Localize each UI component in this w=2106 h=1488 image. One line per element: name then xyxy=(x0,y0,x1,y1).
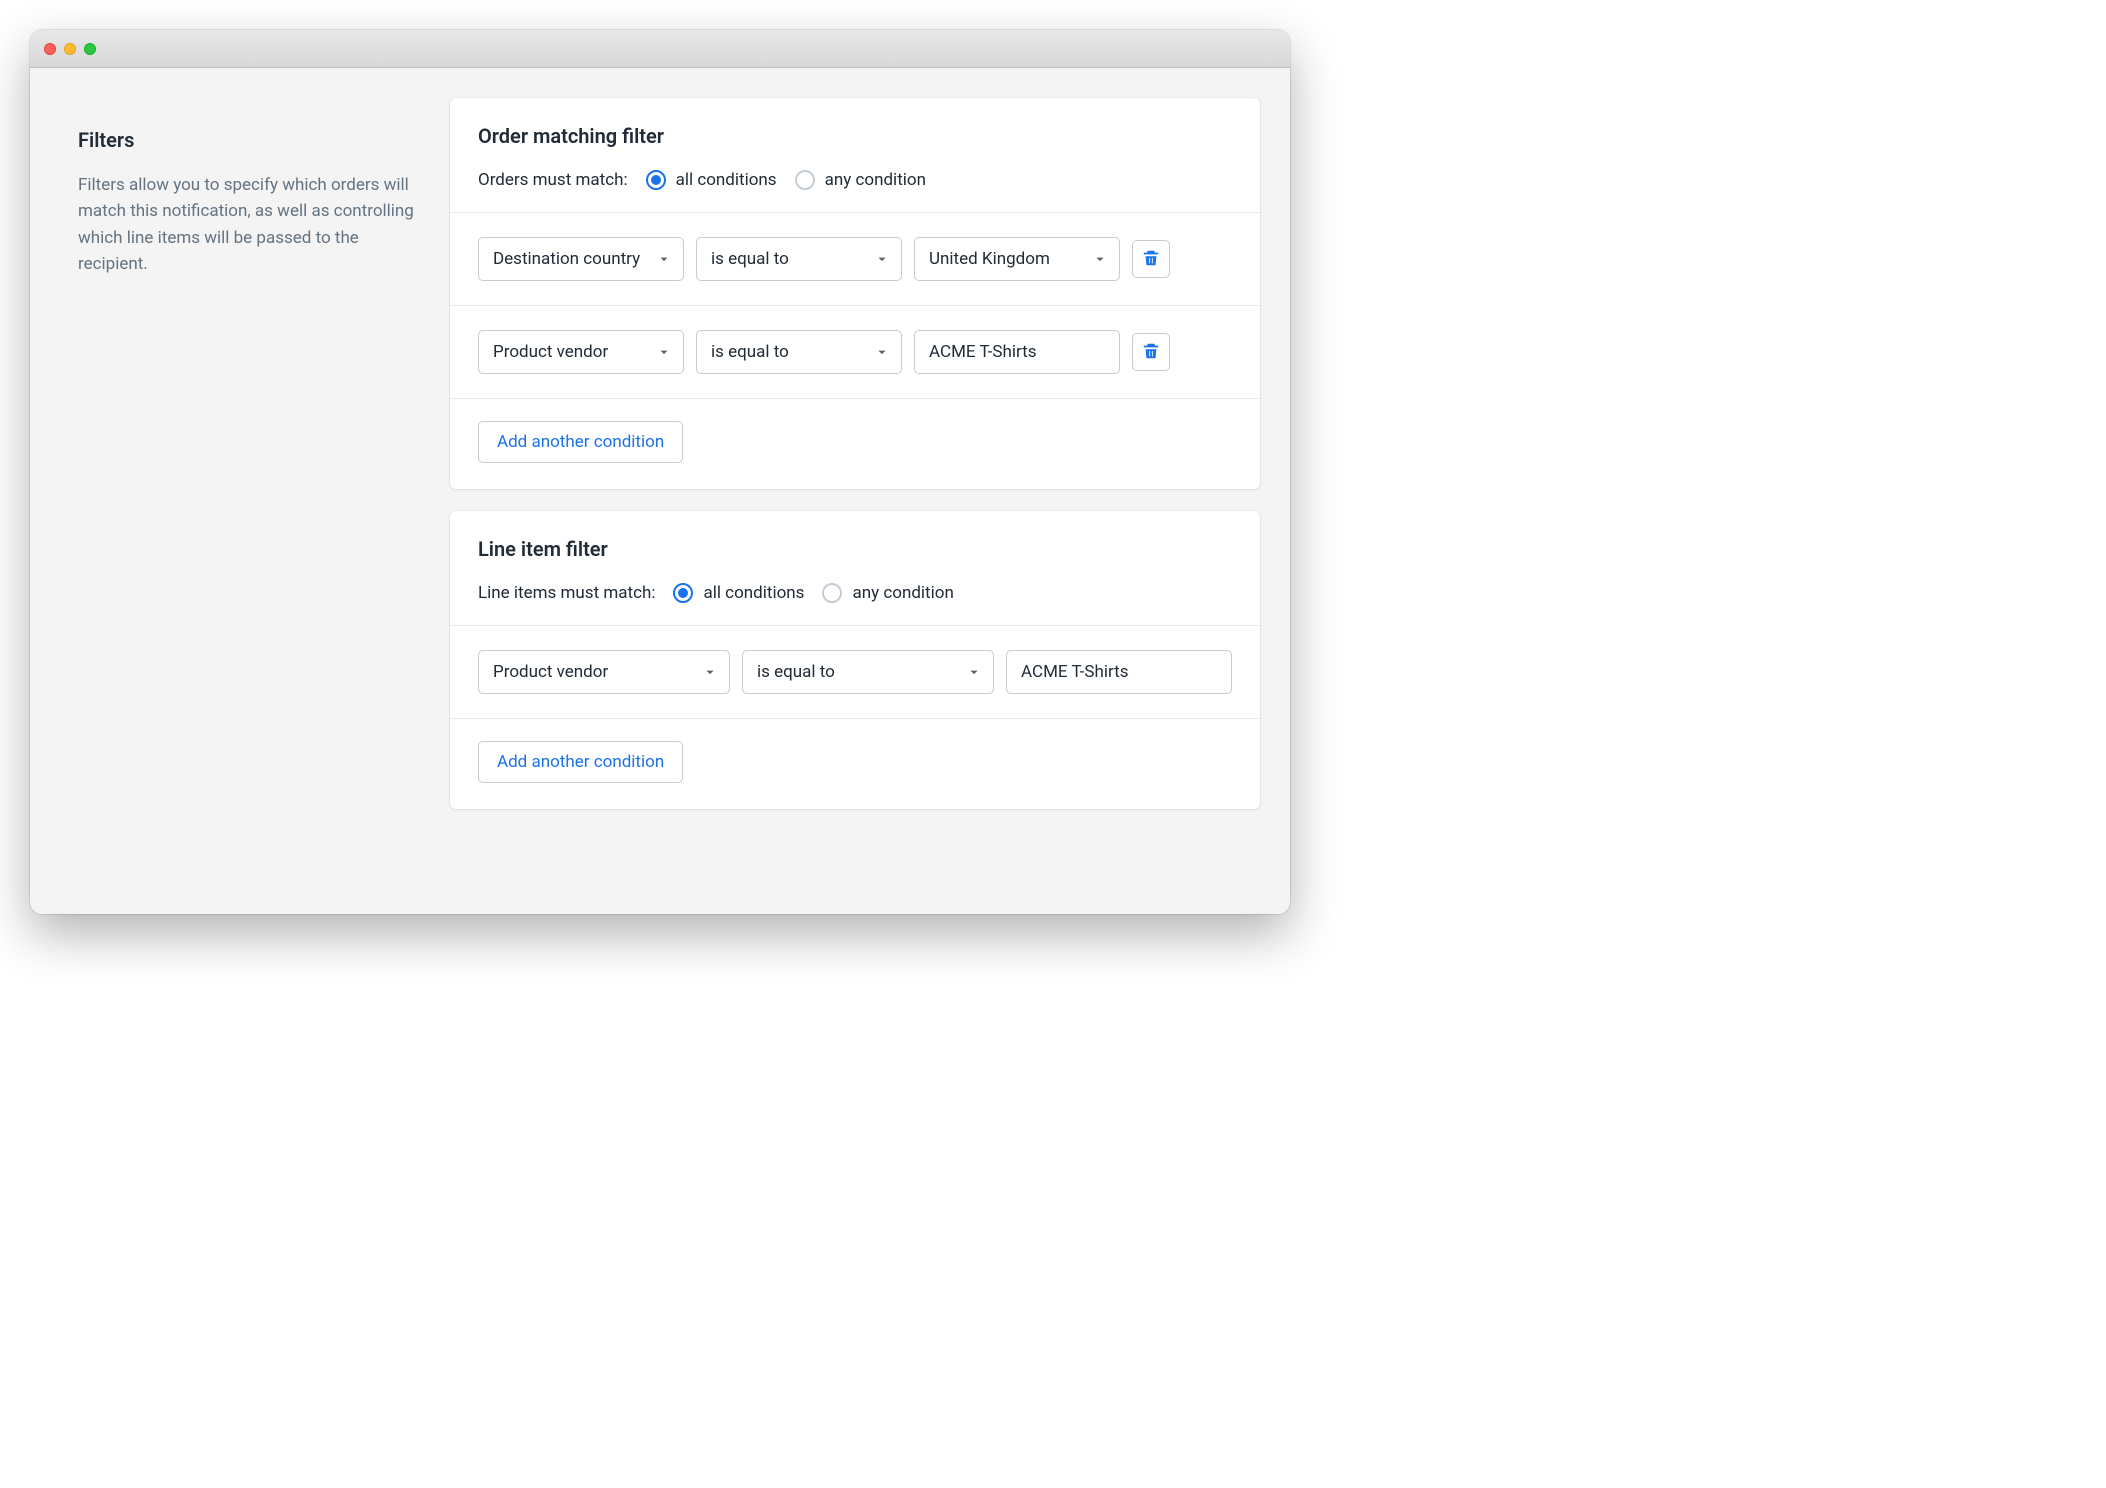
radio-icon xyxy=(795,170,815,190)
order-filter-card: Order matching filter Orders must match:… xyxy=(450,98,1260,489)
line-match-label: Line items must match: xyxy=(478,583,655,603)
chevron-down-icon xyxy=(875,345,889,359)
chevron-down-icon xyxy=(657,252,671,266)
radio-icon xyxy=(822,583,842,603)
condition-row: Product vendor is equal to xyxy=(478,626,1232,718)
radio-all-conditions[interactable]: all conditions xyxy=(673,583,804,603)
condition-field-select[interactable]: Product vendor xyxy=(478,650,730,694)
order-match-row: Orders must match: all conditions any co… xyxy=(478,170,1232,212)
chevron-down-icon xyxy=(967,665,981,679)
condition-operator-select[interactable]: is equal to xyxy=(696,237,902,281)
titlebar xyxy=(30,30,1290,68)
chevron-down-icon xyxy=(875,252,889,266)
close-icon[interactable] xyxy=(44,43,56,55)
chevron-down-icon xyxy=(703,665,717,679)
add-condition-button[interactable]: Add another condition xyxy=(478,741,683,783)
condition-operator-select[interactable]: is equal to xyxy=(696,330,902,374)
sidebar-description: Filters allow you to specify which order… xyxy=(78,172,420,277)
condition-value-input[interactable] xyxy=(914,330,1120,374)
select-value: is equal to xyxy=(711,249,861,269)
radio-label: any condition xyxy=(825,170,926,190)
condition-operator-select[interactable]: is equal to xyxy=(742,650,994,694)
line-filter-card: Line item filter Line items must match: … xyxy=(450,511,1260,809)
content-area: Filters Filters allow you to specify whi… xyxy=(30,68,1290,914)
order-filter-title: Order matching filter xyxy=(478,124,1232,148)
select-value: Product vendor xyxy=(493,342,643,362)
radio-label: all conditions xyxy=(703,583,804,603)
line-match-row: Line items must match: all conditions an… xyxy=(478,583,1232,625)
condition-row: Product vendor is equal to xyxy=(478,306,1232,398)
select-value: United Kingdom xyxy=(929,249,1079,269)
condition-value-input[interactable] xyxy=(1006,650,1232,694)
select-value: Product vendor xyxy=(493,662,689,682)
radio-label: any condition xyxy=(852,583,953,603)
trash-icon xyxy=(1142,249,1160,270)
select-value: is equal to xyxy=(711,342,861,362)
condition-field-select[interactable]: Destination country xyxy=(478,237,684,281)
add-condition-button[interactable]: Add another condition xyxy=(478,421,683,463)
order-match-radio-group: all conditions any condition xyxy=(646,170,926,190)
line-match-radio-group: all conditions any condition xyxy=(673,583,953,603)
maximize-icon[interactable] xyxy=(84,43,96,55)
order-match-label: Orders must match: xyxy=(478,170,628,190)
main-panel: Order matching filter Orders must match:… xyxy=(450,98,1260,884)
sidebar: Filters Filters allow you to specify whi… xyxy=(60,98,420,884)
trash-icon xyxy=(1142,342,1160,363)
radio-all-conditions[interactable]: all conditions xyxy=(646,170,777,190)
app-window: Filters Filters allow you to specify whi… xyxy=(30,30,1290,914)
radio-any-condition[interactable]: any condition xyxy=(795,170,926,190)
select-value: Destination country xyxy=(493,249,643,269)
line-filter-title: Line item filter xyxy=(478,537,1232,561)
condition-field-select[interactable]: Product vendor xyxy=(478,330,684,374)
chevron-down-icon xyxy=(657,345,671,359)
chevron-down-icon xyxy=(1093,252,1107,266)
delete-condition-button[interactable] xyxy=(1132,240,1170,278)
divider xyxy=(450,718,1260,719)
sidebar-title: Filters xyxy=(78,128,420,152)
divider xyxy=(450,398,1260,399)
select-value: is equal to xyxy=(757,662,953,682)
radio-icon xyxy=(673,583,693,603)
condition-row: Destination country is equal to United K… xyxy=(478,213,1232,305)
radio-label: all conditions xyxy=(676,170,777,190)
radio-icon xyxy=(646,170,666,190)
minimize-icon[interactable] xyxy=(64,43,76,55)
delete-condition-button[interactable] xyxy=(1132,333,1170,371)
condition-value-select[interactable]: United Kingdom xyxy=(914,237,1120,281)
radio-any-condition[interactable]: any condition xyxy=(822,583,953,603)
